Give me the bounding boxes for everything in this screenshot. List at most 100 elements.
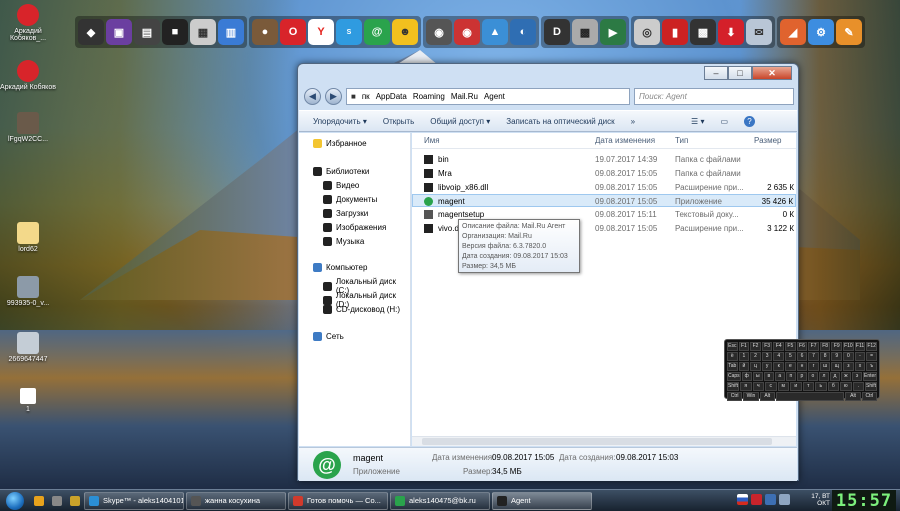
app-icon[interactable]: ▣ <box>106 19 132 45</box>
app-icon[interactable]: ☻ <box>392 19 418 45</box>
key[interactable]: х <box>854 362 866 371</box>
yandex-browser-icon[interactable]: Y <box>308 19 334 45</box>
date-display[interactable]: 17, ВТ ОКТ <box>811 493 830 507</box>
app-icon[interactable]: ✉ <box>746 19 772 45</box>
breadcrumb[interactable]: Roaming <box>413 92 445 101</box>
key[interactable]: ю <box>840 382 852 391</box>
app-icon[interactable]: ◐ <box>510 19 536 45</box>
more-button[interactable]: » <box>631 117 635 126</box>
key[interactable]: ь <box>815 382 827 391</box>
key[interactable]: у <box>761 362 773 371</box>
key[interactable]: ъ <box>866 362 877 371</box>
open-button[interactable]: Открыть <box>383 117 414 126</box>
key[interactable]: 0 <box>843 352 854 361</box>
key[interactable]: ж <box>840 372 851 381</box>
taskbar-button-browser[interactable]: Готов помочь — Со... <box>288 491 388 510</box>
key[interactable]: 8 <box>819 352 831 361</box>
nav-drive[interactable]: CD-дисковод (H:) <box>323 305 400 314</box>
key[interactable]: в <box>763 372 774 381</box>
burn-button[interactable]: Записать на оптический диск <box>506 117 614 126</box>
key[interactable]: = <box>866 352 877 361</box>
column-name[interactable]: Имя <box>424 136 440 145</box>
breadcrumb[interactable]: Agent <box>484 92 505 101</box>
app-icon[interactable]: ◢ <box>780 19 806 45</box>
opera-icon[interactable]: O <box>280 19 306 45</box>
nav-network[interactable]: Сеть <box>313 332 344 341</box>
key[interactable]: 6 <box>796 352 808 361</box>
key[interactable]: е <box>785 362 796 371</box>
key[interactable]: F9 <box>831 342 843 351</box>
app-icon[interactable]: ◉ <box>454 19 480 45</box>
key[interactable]: Ctrl <box>727 392 743 401</box>
key[interactable]: р <box>796 372 807 381</box>
key[interactable]: 9 <box>831 352 843 361</box>
key[interactable]: с <box>765 382 777 391</box>
key[interactable]: F5 <box>785 342 796 351</box>
key[interactable]: Shift <box>865 382 878 391</box>
help-icon[interactable]: ? <box>744 115 756 127</box>
breadcrumb[interactable]: Mail.Ru <box>451 92 478 101</box>
key[interactable]: 3 <box>761 352 773 361</box>
key[interactable]: б <box>827 382 840 391</box>
key[interactable]: Alt <box>759 392 775 401</box>
key[interactable]: F10 <box>843 342 854 351</box>
taskbar-button-contact[interactable]: жанна косухина <box>186 491 286 510</box>
key[interactable]: к <box>773 362 785 371</box>
app-icon[interactable]: ▩ <box>690 19 716 45</box>
desktop-icon[interactable]: lFgqW2CC... <box>0 112 56 143</box>
organize-button[interactable]: Упорядочить ▾ <box>313 117 367 126</box>
key[interactable]: F3 <box>761 342 773 351</box>
key[interactable]: ч <box>752 382 765 391</box>
breadcrumb[interactable]: AppData <box>376 92 407 101</box>
app-icon[interactable]: ▩ <box>572 19 598 45</box>
search-input[interactable]: Поиск: Agent <box>634 87 794 105</box>
key[interactable]: л <box>818 372 829 381</box>
key[interactable]: . <box>852 382 865 391</box>
scrollbar-thumb[interactable] <box>422 438 772 445</box>
app-icon[interactable]: ■ <box>162 19 188 45</box>
key[interactable]: д <box>829 372 840 381</box>
key[interactable]: т <box>802 382 815 391</box>
key[interactable]: F12 <box>866 342 877 351</box>
taskbar-button-explorer[interactable]: Agent <box>492 491 592 510</box>
table-row-selected[interactable]: magent 09.08.2017 15:05 Приложение 35 42… <box>412 194 796 207</box>
nav-library-item[interactable]: Видео <box>323 181 359 190</box>
key[interactable]: Win <box>743 392 759 401</box>
gear-icon[interactable]: ⚙ <box>808 19 834 45</box>
key[interactable]: F6 <box>796 342 808 351</box>
minimize-button[interactable]: – <box>704 66 728 80</box>
app-icon[interactable]: ▥ <box>218 19 244 45</box>
desktop-icon[interactable]: Аркадий Кобяков_... <box>0 4 56 42</box>
key[interactable]: ё <box>727 352 738 361</box>
key[interactable]: и <box>790 382 802 391</box>
key[interactable]: ф <box>741 372 752 381</box>
app-icon[interactable]: ▤ <box>134 19 160 45</box>
key[interactable]: F11 <box>854 342 866 351</box>
key[interactable]: з <box>843 362 854 371</box>
app-icon[interactable]: ▲ <box>482 19 508 45</box>
maximize-button[interactable]: □ <box>728 66 752 80</box>
close-button[interactable]: ✕ <box>752 66 792 80</box>
taskbar-button-mail-agent[interactable]: aleks140475@bk.ru <box>390 491 490 510</box>
app-icon[interactable]: ▶ <box>600 19 626 45</box>
key[interactable]: F1 <box>738 342 750 351</box>
mail-agent-icon[interactable]: @ <box>364 19 390 45</box>
key[interactable]: F2 <box>750 342 761 351</box>
key[interactable]: й <box>738 362 750 371</box>
key[interactable]: э <box>852 372 863 381</box>
app-icon[interactable]: ▦ <box>190 19 216 45</box>
key[interactable]: Esc <box>727 342 738 351</box>
app-icon[interactable]: ● <box>252 19 278 45</box>
desktop-icon[interactable]: 2669647447 <box>0 332 56 363</box>
key[interactable]: м <box>777 382 790 391</box>
key[interactable]: 5 <box>785 352 796 361</box>
antivirus-icon[interactable] <box>751 494 762 505</box>
skype-icon[interactable]: S <box>336 19 362 45</box>
nav-computer[interactable]: Компьютер <box>313 263 367 272</box>
key[interactable]: о <box>807 372 818 381</box>
key[interactable]: - <box>854 352 866 361</box>
view-icon[interactable]: ☰ ▾ <box>691 117 704 126</box>
nav-library-item[interactable]: Документы <box>323 195 377 204</box>
table-row[interactable]: bin 19.07.2017 14:39 Папка с файлами <box>412 153 796 166</box>
share-button[interactable]: Общий доступ ▾ <box>430 117 490 126</box>
